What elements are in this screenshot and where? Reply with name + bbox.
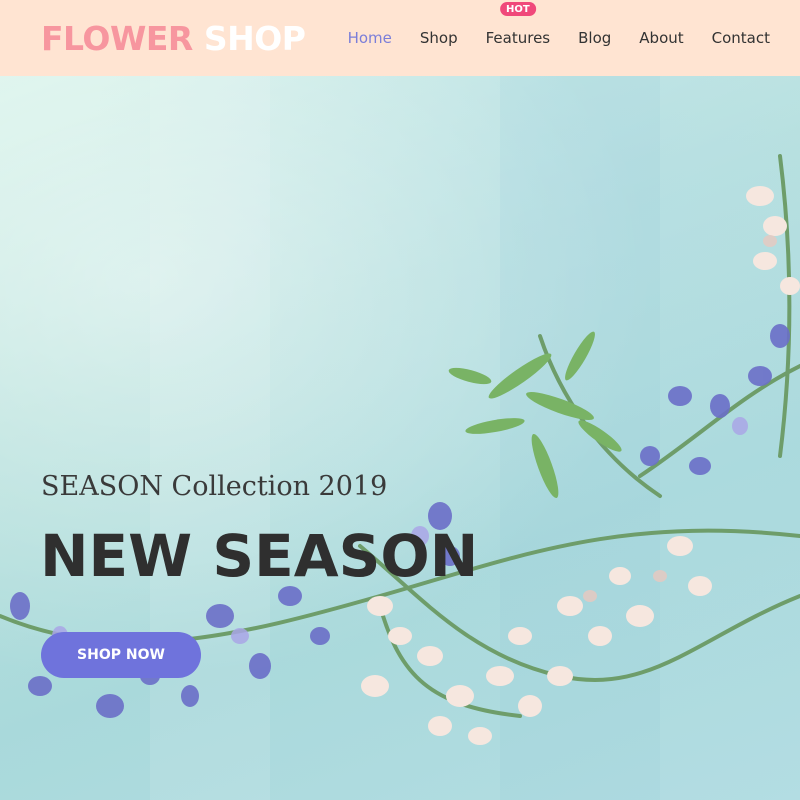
- hero-subtitle: SEASON Collection 2019: [41, 471, 388, 502]
- nav-item-blog[interactable]: Blog: [578, 29, 611, 47]
- hero-flower-image: [0, 76, 800, 800]
- nav-item-home[interactable]: Home: [348, 29, 392, 47]
- nav-item-about[interactable]: About: [639, 29, 683, 47]
- site-logo[interactable]: FLOWER SHOP: [41, 18, 306, 58]
- logo-word-flower: FLOWER: [41, 18, 193, 58]
- main-nav: Home Shop HOT Features Blog About Contac…: [320, 2, 770, 47]
- hot-badge: HOT: [500, 2, 536, 16]
- nav-item-features[interactable]: HOT Features: [485, 2, 551, 47]
- shop-now-button[interactable]: SHOP NOW: [41, 632, 201, 678]
- nav-item-shop[interactable]: Shop: [420, 29, 458, 47]
- logo-word-shop: SHOP: [203, 18, 306, 58]
- site-header: FLOWER SHOP Home Shop HOT Features Blog …: [0, 0, 800, 76]
- nav-item-contact[interactable]: Contact: [712, 29, 770, 47]
- nav-item-features-label: Features: [485, 29, 551, 47]
- hero-banner: SEASON Collection 2019 NEW SEASON SHOP N…: [0, 76, 800, 800]
- hero-headline: NEW SEASON: [40, 522, 479, 590]
